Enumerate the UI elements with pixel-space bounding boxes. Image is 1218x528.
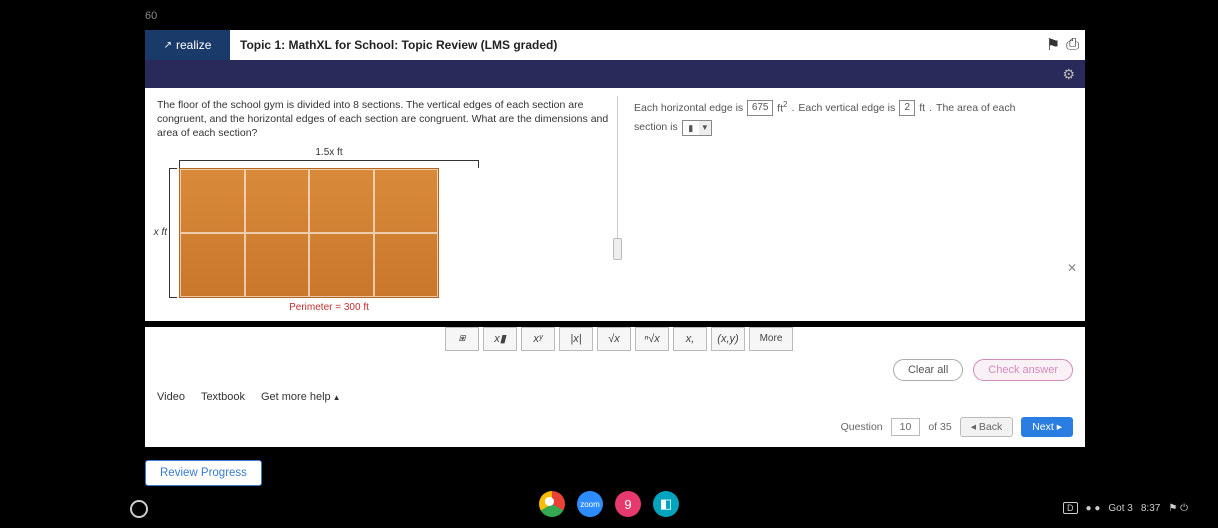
math-more-button[interactable]: More — [749, 327, 793, 351]
question-label: Question — [841, 421, 883, 433]
sub-toolbar: ⚙ — [145, 60, 1085, 88]
review-progress-button[interactable]: Review Progress — [145, 460, 262, 486]
tray-icons: ⚑ ⏻ — [1168, 503, 1188, 514]
taskbar-apps: zoom 9 ◧ — [539, 491, 679, 517]
tray-dots: ● ● — [1086, 503, 1101, 514]
answer-text: . — [929, 99, 932, 118]
math-toolbar: ⧆ x▮ xʸ |x| √x ⁿ√x x, (x,y) More — [445, 327, 1085, 351]
answer-sentence-2: section is ▮ ▼ — [634, 118, 1073, 137]
figure-left-dimension-arrow — [169, 168, 177, 298]
zoom-icon[interactable]: zoom — [577, 491, 603, 517]
chrome-icon[interactable] — [539, 491, 565, 517]
figure: 1.5x ft x ft — [179, 147, 479, 313]
answer-text: Each horizontal edge is — [634, 99, 743, 118]
get-more-help-link[interactable]: Get more help▲ — [261, 391, 341, 403]
grid-cell — [374, 233, 439, 297]
figure-top-dimension-arrow — [179, 160, 479, 168]
os-taskbar: zoom 9 ◧ D ● ● Got 3 8:37 ⚑ ⏻ — [0, 486, 1218, 522]
caret-up-icon: ▲ — [333, 393, 341, 402]
question-text: The floor of the school gym is divided i… — [157, 98, 612, 141]
figure-perimeter-label: Perimeter = 300 ft — [179, 302, 479, 313]
start-button[interactable] — [130, 500, 148, 518]
os-tab-strip: 60 — [145, 10, 157, 22]
answer-input-vertical[interactable]: 2 — [899, 100, 915, 116]
brand-badge[interactable]: ↗ realize — [145, 30, 230, 60]
math-ordered-pair-button[interactable]: (x,y) — [711, 327, 745, 351]
flag-icon[interactable]: ⚑ — [1046, 35, 1060, 55]
grid-cell — [309, 169, 374, 233]
app-icon[interactable]: 9 — [615, 491, 641, 517]
dropdown-value: ▮ — [683, 121, 699, 135]
question-pane: The floor of the school gym is divided i… — [157, 98, 612, 313]
tray-status: Got 3 — [1108, 503, 1132, 514]
system-tray[interactable]: D ● ● Got 3 8:37 ⚑ ⏻ — [1063, 502, 1188, 514]
tray-time: 8:37 — [1141, 503, 1160, 514]
answer-text: . — [791, 99, 794, 118]
app-window: ↗ realize Topic 1: MathXL for School: To… — [145, 30, 1085, 447]
question-nav: Question 10 of 35 ◂ Back Next ▸ — [145, 413, 1085, 447]
figure-top-label: 1.5x ft — [179, 147, 479, 158]
page-title: Topic 1: MathXL for School: Topic Review… — [230, 30, 1045, 60]
answer-unit: ft2 — [777, 98, 787, 118]
math-fraction-button[interactable]: ⧆ — [445, 327, 479, 351]
content-area: The floor of the school gym is divided i… — [145, 88, 1085, 321]
action-row: Clear all Check answer — [145, 351, 1085, 385]
answer-text: section is — [634, 118, 678, 137]
video-link[interactable]: Video — [157, 391, 185, 403]
next-button[interactable]: Next ▸ — [1021, 417, 1073, 437]
question-total: of 35 — [928, 421, 951, 433]
math-mixed-button[interactable]: x▮ — [483, 327, 517, 351]
grid-cell — [309, 233, 374, 297]
math-abs-button[interactable]: |x| — [559, 327, 593, 351]
header-actions: ⚑ ⎙ — [1045, 30, 1085, 60]
answer-text: Each vertical edge is — [798, 99, 895, 118]
chevron-down-icon: ▼ — [699, 121, 711, 135]
answer-text: The area of each — [936, 99, 1015, 118]
grid-cell — [180, 169, 245, 233]
help-row: Video Textbook Get more help▲ — [145, 385, 1085, 413]
external-link-icon: ↗ — [164, 40, 172, 51]
brand-text: realize — [176, 38, 211, 52]
answer-input-horizontal[interactable]: 675 — [747, 100, 773, 116]
app-header: ↗ realize Topic 1: MathXL for School: To… — [145, 30, 1085, 60]
math-exponent-button[interactable]: xʸ — [521, 327, 555, 351]
answer-pane: Each horizontal edge is 675 ft2 . Each v… — [612, 98, 1073, 313]
question-number-input[interactable]: 10 — [891, 418, 921, 436]
check-answer-button[interactable]: Check answer — [973, 359, 1073, 381]
math-nroot-button[interactable]: ⁿ√x — [635, 327, 669, 351]
math-sqrt-button[interactable]: √x — [597, 327, 631, 351]
figure-left-label: x ft — [147, 227, 169, 238]
textbook-link[interactable]: Textbook — [201, 391, 245, 403]
print-icon[interactable]: ⎙ — [1066, 36, 1079, 54]
gear-icon[interactable]: ⚙ — [1062, 66, 1075, 83]
close-icon[interactable]: ✕ — [1067, 261, 1077, 275]
app-icon[interactable]: ◧ — [653, 491, 679, 517]
grid-cell — [374, 169, 439, 233]
grid-cell — [180, 233, 245, 297]
answer-unit: ft — [919, 99, 925, 118]
grid-cell — [245, 169, 310, 233]
math-subscript-button[interactable]: x, — [673, 327, 707, 351]
answer-area-dropdown[interactable]: ▮ ▼ — [682, 120, 712, 136]
gym-floor-grid — [179, 168, 439, 298]
battery-icon: D — [1063, 502, 1078, 514]
clear-all-button[interactable]: Clear all — [893, 359, 963, 381]
answer-sentence: Each horizontal edge is 675 ft2 . Each v… — [634, 98, 1073, 118]
grid-cell — [245, 233, 310, 297]
back-button[interactable]: ◂ Back — [960, 417, 1014, 437]
